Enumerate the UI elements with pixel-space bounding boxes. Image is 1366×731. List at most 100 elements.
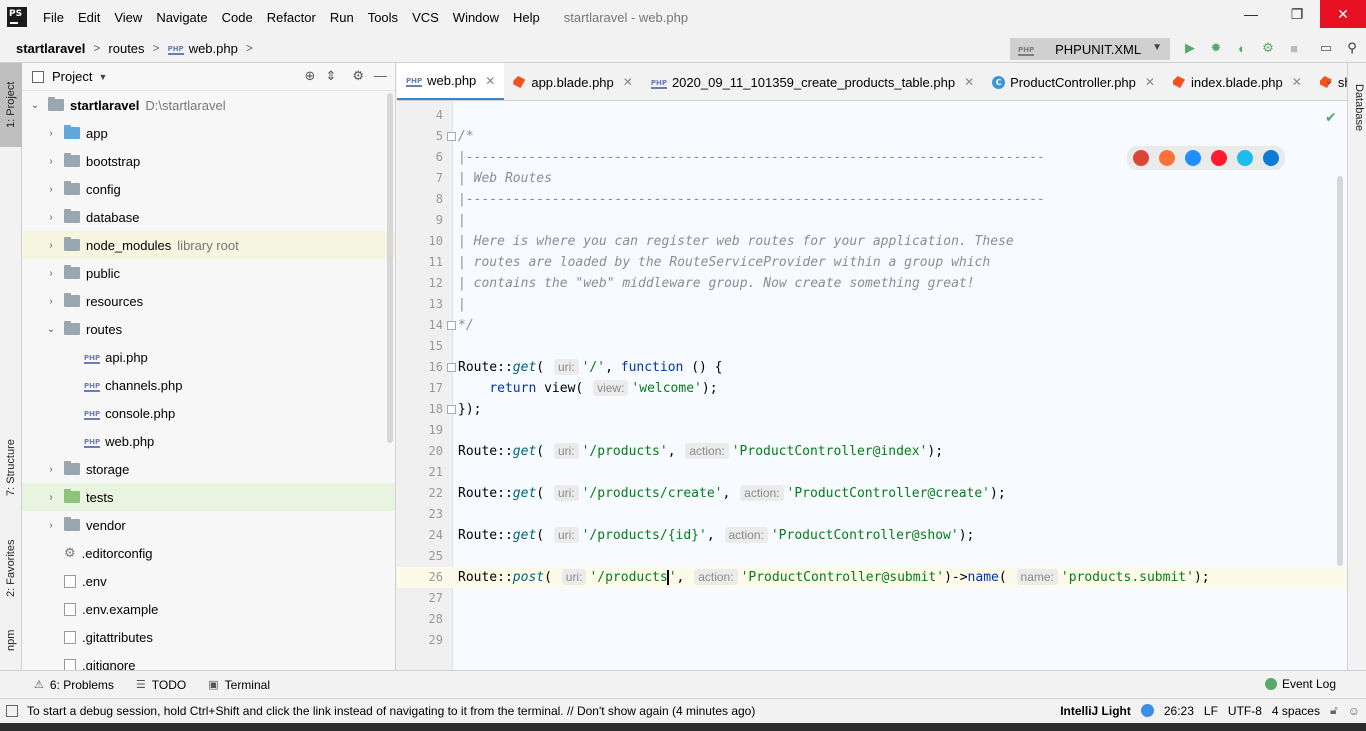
- tool-tab-project[interactable]: 1: Project: [0, 63, 22, 147]
- editor-tab[interactable]: index.blade.php ✕: [1164, 63, 1311, 100]
- chevron-right-icon[interactable]: ›: [44, 240, 58, 251]
- code-line[interactable]: 20 Route::get( uri: '/products', action: 'P…: [397, 441, 1347, 462]
- breadcrumb-file[interactable]: web.php: [189, 41, 238, 56]
- chevron-right-icon[interactable]: ›: [44, 156, 58, 167]
- code-line[interactable]: 7 | Web Routes: [397, 168, 1347, 189]
- debug-icon[interactable]: ✹: [1206, 39, 1226, 57]
- editor-tab[interactable]: app.blade.php ✕: [504, 63, 641, 100]
- tree-item[interactable]: PHP api.php: [22, 343, 395, 371]
- chevron-down-icon[interactable]: ⌄: [44, 324, 58, 335]
- menu-vcs[interactable]: VCS: [406, 10, 447, 25]
- close-tab-icon[interactable]: ✕: [1145, 75, 1155, 89]
- fold-icon[interactable]: [447, 363, 456, 372]
- caret-position[interactable]: 26:23: [1164, 704, 1194, 718]
- code-line[interactable]: 26 Route::post( uri: '/products', action: '…: [397, 567, 1347, 588]
- run-icon[interactable]: ▶: [1180, 39, 1200, 57]
- code-line[interactable]: 16 Route::get( uri: '/', function () {: [397, 357, 1347, 378]
- tree-item[interactable]: .gitattributes: [22, 623, 395, 651]
- menu-view[interactable]: View: [108, 10, 150, 25]
- menu-tools[interactable]: Tools: [362, 10, 406, 25]
- project-panel-title[interactable]: Project: [52, 69, 92, 84]
- event-log-button[interactable]: Event Log: [1264, 677, 1336, 691]
- close-tab-icon[interactable]: ✕: [485, 74, 495, 88]
- code-line[interactable]: 27: [397, 588, 1347, 609]
- code-line[interactable]: 11 | routes are loaded by the RouteServic…: [397, 252, 1347, 273]
- locate-icon[interactable]: ⊕: [305, 68, 316, 84]
- code-line[interactable]: 24 Route::get( uri: '/products/{id}', acti…: [397, 525, 1347, 546]
- project-scrollbar[interactable]: [387, 93, 393, 443]
- chevron-right-icon[interactable]: ›: [44, 464, 58, 475]
- tree-item[interactable]: › storage: [22, 455, 395, 483]
- code-line[interactable]: 17 return view( view:'welcome');: [397, 378, 1347, 399]
- inspector-icon[interactable]: ☺︎: [1348, 704, 1360, 718]
- editor-tab[interactable]: C ProductController.php ✕: [983, 63, 1164, 100]
- line-separator[interactable]: LF: [1204, 704, 1218, 718]
- fold-icon[interactable]: [447, 405, 456, 414]
- chevron-down-icon[interactable]: ⌄: [28, 100, 42, 111]
- status-message[interactable]: To start a debug session, hold Ctrl+Shif…: [27, 704, 755, 718]
- chevron-right-icon[interactable]: ›: [44, 128, 58, 139]
- file-encoding[interactable]: UTF-8: [1228, 704, 1262, 718]
- chevron-right-icon[interactable]: ›: [44, 184, 58, 195]
- tool-tab-database[interactable]: Database: [1348, 73, 1366, 143]
- toggle-tool-windows-icon[interactable]: [6, 705, 18, 717]
- project-structure-icon[interactable]: ▭: [1316, 39, 1336, 57]
- gear-icon[interactable]: ⚙: [352, 68, 364, 84]
- coverage-icon[interactable]: ◐: [1232, 39, 1252, 57]
- close-button[interactable]: ✕: [1320, 0, 1366, 28]
- tool-tab-npm[interactable]: npm: [0, 618, 22, 663]
- opera-icon[interactable]: [1211, 150, 1227, 166]
- tree-item[interactable]: › node_modules library root: [22, 231, 395, 259]
- tree-item[interactable]: › bootstrap: [22, 147, 395, 175]
- tree-item[interactable]: › vendor: [22, 511, 395, 539]
- tree-item[interactable]: › app: [22, 119, 395, 147]
- code-line[interactable]: 21: [397, 462, 1347, 483]
- code-line[interactable]: 29: [397, 630, 1347, 651]
- close-tab-icon[interactable]: ✕: [623, 75, 633, 89]
- menu-run[interactable]: Run: [324, 10, 362, 25]
- code-line[interactable]: 14 */: [397, 315, 1347, 336]
- firefox-icon[interactable]: [1159, 150, 1175, 166]
- tree-item[interactable]: ⌄ routes: [22, 315, 395, 343]
- code-line[interactable]: 22 Route::get( uri: '/products/create', ac…: [397, 483, 1347, 504]
- editor-scrollbar[interactable]: [1337, 176, 1343, 566]
- breadcrumb-folder[interactable]: routes: [108, 41, 144, 56]
- hide-icon[interactable]: —: [374, 68, 387, 84]
- tree-item[interactable]: › tests: [22, 483, 395, 511]
- safari-icon[interactable]: [1185, 150, 1201, 166]
- lock-icon[interactable]: 🔓︎: [1330, 703, 1338, 718]
- code-line[interactable]: 8 |--------------------------------------…: [397, 189, 1347, 210]
- chevron-right-icon[interactable]: ›: [44, 268, 58, 279]
- tree-item[interactable]: › resources: [22, 287, 395, 315]
- tree-item[interactable]: PHP web.php: [22, 427, 395, 455]
- code-line[interactable]: 10 | Here is where you can register web r…: [397, 231, 1347, 252]
- tree-item[interactable]: ⚙ .editorconfig: [22, 539, 395, 567]
- fold-icon[interactable]: [447, 132, 456, 141]
- code-area[interactable]: 4 5 /* 6 |----------------------------------…: [397, 105, 1347, 651]
- tool-tab-structure[interactable]: 7: Structure: [0, 423, 22, 513]
- code-line[interactable]: 5 /*: [397, 126, 1347, 147]
- close-tab-icon[interactable]: ✕: [964, 75, 974, 89]
- tree-item[interactable]: › public: [22, 259, 395, 287]
- code-line[interactable]: 18});: [397, 399, 1347, 420]
- tree-item[interactable]: PHP console.php: [22, 399, 395, 427]
- ie-icon[interactable]: [1237, 150, 1253, 166]
- code-line[interactable]: 28: [397, 609, 1347, 630]
- stop-icon[interactable]: ■: [1284, 39, 1304, 57]
- close-tab-icon[interactable]: ✕: [1292, 75, 1302, 89]
- theme-name[interactable]: IntelliJ Light: [1060, 704, 1131, 718]
- tree-item[interactable]: › database: [22, 203, 395, 231]
- edge-icon[interactable]: [1263, 150, 1279, 166]
- tree-item[interactable]: .env.example: [22, 595, 395, 623]
- editor-tab[interactable]: PHP web.php ✕: [397, 63, 505, 100]
- menu-edit[interactable]: Edit: [72, 10, 108, 25]
- chevron-right-icon[interactable]: ›: [44, 296, 58, 307]
- editor-tab[interactable]: PHP 2020_09_11_101359_create_products_tab…: [642, 63, 983, 100]
- indent-setting[interactable]: 4 spaces: [1272, 704, 1320, 718]
- code-line[interactable]: 13 |: [397, 294, 1347, 315]
- chevron-right-icon[interactable]: ›: [44, 492, 58, 503]
- fold-icon[interactable]: [447, 321, 456, 330]
- run-configuration-select[interactable]: PHP PHPUNIT.XML ▼: [1010, 38, 1170, 60]
- menu-help[interactable]: Help: [507, 10, 548, 25]
- code-line[interactable]: 15: [397, 336, 1347, 357]
